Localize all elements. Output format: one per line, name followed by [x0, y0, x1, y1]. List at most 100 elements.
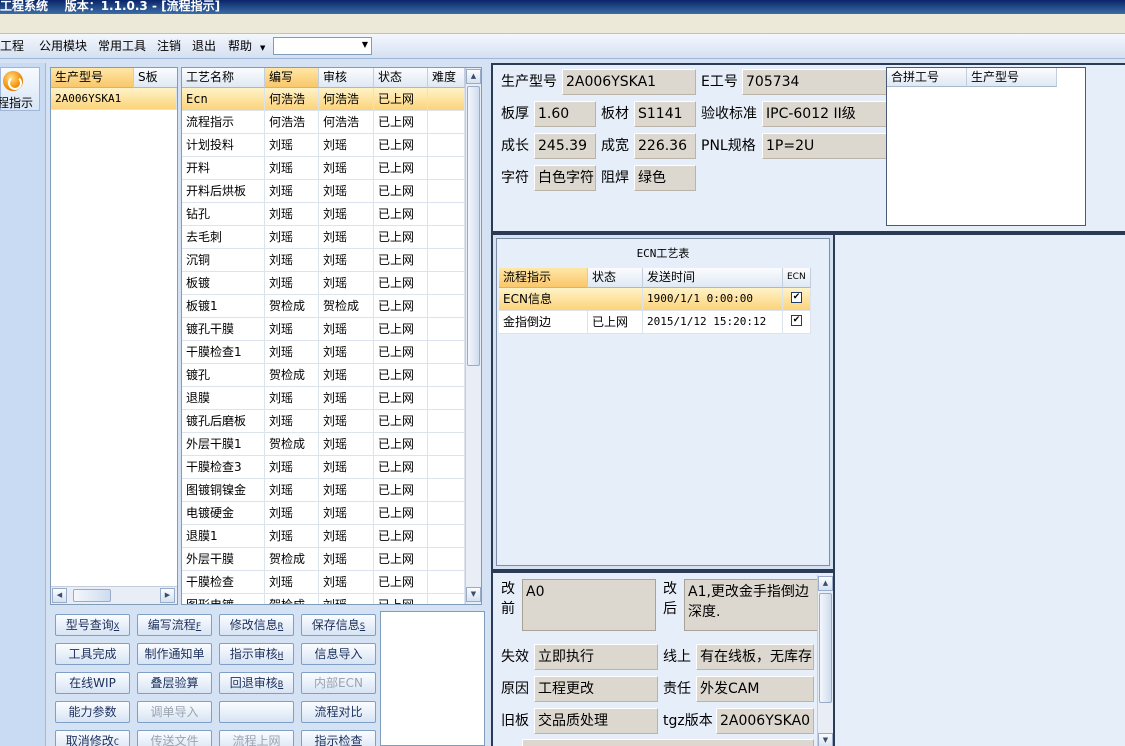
process-cell-reviewer[interactable]: 刘瑶 [319, 433, 374, 456]
process-cell-writer[interactable]: 刘瑶 [265, 456, 319, 479]
action-button[interactable]: 在线WIP [55, 672, 130, 694]
process-cell-name[interactable]: 开料 [182, 157, 265, 180]
merge-header-model[interactable]: 生产型号 [967, 68, 1057, 87]
process-cell-writer[interactable]: 刘瑶 [265, 157, 319, 180]
process-cell-reviewer[interactable]: 刘瑶 [319, 341, 374, 364]
ecn-header-status[interactable]: 状态 [588, 268, 643, 288]
process-cell-writer[interactable]: 刘瑶 [265, 410, 319, 433]
ecn-checkbox[interactable]: ✔ [791, 315, 802, 326]
process-cell-difficulty[interactable] [428, 594, 465, 604]
process-cell-reviewer[interactable]: 刘瑶 [319, 387, 374, 410]
process-cell-writer[interactable]: 刘瑶 [265, 525, 319, 548]
length-field[interactable]: 245.39 [534, 133, 596, 159]
process-cell-writer[interactable]: 刘瑶 [265, 249, 319, 272]
material-field[interactable]: S1141 [634, 101, 696, 127]
process-cell-status[interactable]: 已上网 [374, 157, 428, 180]
process-cell-name[interactable]: 干膜检查 [182, 571, 265, 594]
process-cell-difficulty[interactable] [428, 249, 465, 272]
pnl-field[interactable]: 1P=2U [762, 133, 888, 159]
process-cell-difficulty[interactable] [428, 88, 465, 111]
process-cell-name[interactable]: 外层干膜1 [182, 433, 265, 456]
action-button[interactable]: 流程上网 [219, 730, 294, 746]
process-cell-name[interactable]: 板镀 [182, 272, 265, 295]
action-button[interactable]: 修改信息R [219, 614, 294, 636]
ecn-cell-status[interactable]: 已上网 [588, 311, 643, 334]
process-cell-writer[interactable]: 贺检成 [265, 295, 319, 318]
process-cell-status[interactable]: 已上网 [374, 341, 428, 364]
toolbar-combobox[interactable]: ▼ [273, 37, 372, 55]
action-button[interactable]: 信息导入 [301, 643, 376, 665]
process-cell-writer[interactable]: 刘瑶 [265, 341, 319, 364]
ecn-header-ecn[interactable]: ECN [783, 268, 811, 288]
process-cell-name[interactable]: 去毛刺 [182, 226, 265, 249]
process-cell-difficulty[interactable] [428, 111, 465, 134]
process-cell-status[interactable]: 已上网 [374, 571, 428, 594]
process-cell-status[interactable]: 已上网 [374, 525, 428, 548]
process-cell-difficulty[interactable] [428, 134, 465, 157]
process-cell-difficulty[interactable] [428, 272, 465, 295]
char-field[interactable]: 白色字符 [534, 165, 596, 191]
action-button[interactable]: 型号查询X [55, 614, 130, 636]
scroll-left-icon[interactable]: ◀ [52, 588, 67, 603]
process-cell-reviewer[interactable]: 刘瑶 [319, 226, 374, 249]
after-textarea[interactable]: A1,更改金手指倒边深度. [684, 579, 818, 631]
process-cell-difficulty[interactable] [428, 502, 465, 525]
process-cell-reviewer[interactable]: 何浩浩 [319, 88, 374, 111]
action-button[interactable]: 能力参数 [55, 701, 130, 723]
process-cell-difficulty[interactable] [428, 387, 465, 410]
process-cell-difficulty[interactable] [428, 548, 465, 571]
ecn-checkbox[interactable]: ✔ [791, 292, 802, 303]
action-button[interactable]: 保存信息S [301, 614, 376, 636]
process-cell-writer[interactable]: 何浩浩 [265, 88, 319, 111]
process-cell-reviewer[interactable]: 刘瑶 [319, 318, 374, 341]
process-cell-name[interactable]: 流程指示 [182, 111, 265, 134]
action-button[interactable]: 取消修改C [55, 730, 130, 746]
process-cell-writer[interactable]: 贺检成 [265, 594, 319, 604]
help-dropdown-icon[interactable]: ▼ [260, 40, 265, 57]
scroll-thumb[interactable] [467, 86, 480, 366]
process-cell-reviewer[interactable]: 贺检成 [319, 295, 374, 318]
ecn-cell-flow[interactable]: 金指倒边 [499, 311, 588, 334]
process-cell-difficulty[interactable] [428, 433, 465, 456]
menu-tools[interactable]: 常用工具 [98, 38, 146, 55]
process-cell-writer[interactable]: 刘瑶 [265, 180, 319, 203]
action-button[interactable]: 流程对比 [301, 701, 376, 723]
process-cell-status[interactable]: 已上网 [374, 111, 428, 134]
process-cell-reviewer[interactable]: 刘瑶 [319, 364, 374, 387]
process-cell-reviewer[interactable]: 刘瑶 [319, 456, 374, 479]
process-cell-reviewer[interactable]: 刘瑶 [319, 203, 374, 226]
process-cell-difficulty[interactable] [428, 341, 465, 364]
process-cell-reviewer[interactable]: 刘瑶 [319, 594, 374, 604]
process-cell-reviewer[interactable]: 刘瑶 [319, 479, 374, 502]
thickness-field[interactable]: 1.60 [534, 101, 596, 127]
process-cell-writer[interactable]: 刘瑶 [265, 203, 319, 226]
process-header-difficulty[interactable]: 难度 [428, 68, 465, 88]
scroll-right-icon[interactable]: ▶ [160, 588, 175, 603]
process-cell-name[interactable]: 退膜 [182, 387, 265, 410]
process-cell-reviewer[interactable]: 刘瑶 [319, 502, 374, 525]
menu-exit[interactable]: 退出 [192, 38, 216, 55]
action-button[interactable]: 传送文件 [137, 730, 212, 746]
process-cell-status[interactable]: 已上网 [374, 364, 428, 387]
old-board-field[interactable]: 交品质处理 [534, 708, 658, 734]
nav-flow-indicator-button[interactable]: 程指示 [0, 67, 40, 111]
process-cell-status[interactable]: 已上网 [374, 548, 428, 571]
ecn-cell-check[interactable]: ✔ [783, 288, 811, 311]
process-cell-difficulty[interactable] [428, 203, 465, 226]
process-cell-status[interactable]: 已上网 [374, 479, 428, 502]
ecn-cell-time[interactable]: 1900/1/1 0:00:00 [643, 288, 783, 311]
process-cell-name[interactable]: 镀孔干膜 [182, 318, 265, 341]
process-cell-status[interactable]: 已上网 [374, 387, 428, 410]
invalid-field[interactable]: 立即执行 [534, 644, 658, 670]
process-cell-name[interactable]: 图形电镀 [182, 594, 265, 604]
tgz-field[interactable]: 2A006YSKA0 [716, 708, 814, 734]
process-cell-status[interactable]: 已上网 [374, 88, 428, 111]
ecn-header-time[interactable]: 发送时间 [643, 268, 783, 288]
process-cell-writer[interactable]: 何浩浩 [265, 111, 319, 134]
model-list-cell[interactable]: 2A006YSKA1 [51, 88, 177, 110]
process-cell-reviewer[interactable]: 刘瑶 [319, 272, 374, 295]
process-cell-difficulty[interactable] [428, 157, 465, 180]
process-header-name[interactable]: 工艺名称 [182, 68, 265, 88]
process-cell-difficulty[interactable] [428, 571, 465, 594]
process-cell-status[interactable]: 已上网 [374, 272, 428, 295]
